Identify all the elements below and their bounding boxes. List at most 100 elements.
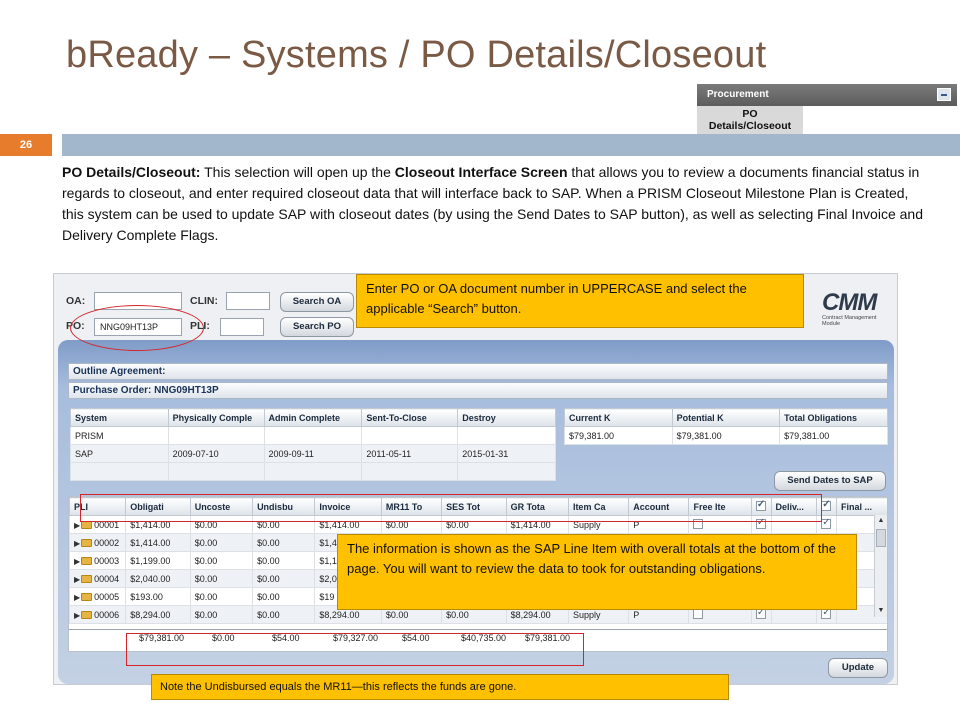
dates-table: System Physically Comple Admin Complete …	[70, 408, 556, 481]
cell: $1,414.00	[125, 533, 191, 552]
vertical-scrollbar[interactable]: ▲ ▼	[874, 515, 887, 617]
po-details-closeout-menu-item[interactable]: PO Details/Closeout	[697, 106, 803, 134]
col-header[interactable]: Potential K	[671, 408, 781, 427]
col-header[interactable]: Sent-To-Close	[361, 408, 459, 427]
cell: $0.00	[189, 533, 254, 552]
description-text: PO Details/Closeout: This selection will…	[62, 162, 932, 246]
cell: $193.00	[125, 587, 191, 606]
checkbox-icon[interactable]	[755, 607, 766, 619]
folder-icon	[81, 556, 93, 565]
col-header[interactable]: Total Obligations	[779, 408, 888, 427]
cell: $0.00	[189, 551, 254, 570]
po-input-highlight	[70, 305, 204, 351]
expand-arrow-icon[interactable]: ▶	[74, 593, 80, 602]
checkbox-icon[interactable]	[821, 499, 832, 511]
folder-icon	[81, 574, 93, 583]
cell: SAP	[70, 444, 169, 463]
menu-item-line1: PO	[742, 108, 758, 120]
search-oa-button[interactable]: Search OA	[280, 292, 354, 312]
cell: $0.00	[252, 605, 316, 624]
col-header[interactable]: System	[70, 408, 169, 427]
pli-cell[interactable]: ▶ 00006	[69, 605, 127, 624]
logo-text: CMM	[822, 289, 877, 316]
logo-subtitle: Contract Management Module	[822, 315, 877, 327]
cell: $0.00	[252, 587, 316, 606]
table-row[interactable]: $79,381.00 $79,381.00 $79,381.00	[564, 426, 888, 445]
table-row[interactable]: PRISM	[70, 426, 556, 445]
table-row[interactable]: SAP 2009-07-10 2009-09-11 2011-05-11 201…	[70, 444, 556, 463]
cell	[263, 426, 363, 445]
pli-number: 00003	[94, 555, 120, 566]
scroll-up-icon[interactable]: ▲	[875, 515, 887, 527]
menu-item-line2: Details/Closeout	[708, 120, 792, 132]
pli-cell[interactable]: ▶ 00005	[69, 587, 127, 606]
cell: 2015-01-31	[457, 444, 556, 463]
pli-number: 00002	[94, 537, 120, 548]
scroll-thumb[interactable]	[876, 529, 886, 547]
expand-arrow-icon[interactable]: ▶	[74, 557, 80, 566]
cell: PRISM	[70, 426, 169, 445]
col-header[interactable]: Current K	[564, 408, 673, 427]
cell: $79,381.00	[779, 426, 888, 445]
pli-cell[interactable]: ▶ 00004	[69, 569, 127, 588]
column-header-highlight	[80, 494, 822, 522]
pli-cell[interactable]: ▶ 00002	[69, 533, 127, 552]
cell: $0.00	[189, 587, 254, 606]
col-header[interactable]: Final ...	[836, 497, 887, 516]
expand-arrow-icon[interactable]: ▶	[74, 539, 80, 548]
checkbox-icon[interactable]	[693, 609, 704, 619]
cell: $1,199.00	[125, 551, 191, 570]
cell: 2009-09-11	[263, 444, 363, 463]
cell: $0.00	[252, 551, 316, 570]
cell	[361, 426, 459, 445]
accent-bar	[62, 134, 960, 156]
clin-label: CLIN:	[190, 295, 218, 307]
cell	[457, 426, 556, 445]
cell: $8,294.00	[125, 605, 191, 624]
col-header[interactable]: Admin Complete	[263, 408, 363, 427]
update-button[interactable]: Update	[828, 658, 888, 678]
checkbox-icon[interactable]	[821, 517, 832, 529]
clin-input[interactable]	[226, 292, 270, 310]
cell: $0.00	[189, 569, 254, 588]
expand-arrow-icon[interactable]: ▶	[74, 611, 80, 620]
col-header[interactable]: Physically Comple	[167, 408, 265, 427]
description-bold1: Closeout Interface Screen	[394, 164, 568, 180]
cell: $0.00	[252, 569, 316, 588]
cell	[167, 426, 265, 445]
pli-number: 00005	[94, 591, 120, 602]
note-callout: Note the Undisbursed equals the MR11—thi…	[151, 674, 729, 700]
scroll-down-icon[interactable]: ▼	[875, 605, 887, 617]
info-callout: The information is shown as the SAP Line…	[337, 534, 857, 610]
folder-icon	[81, 538, 93, 547]
expand-arrow-icon[interactable]: ▶	[74, 575, 80, 584]
pli-input[interactable]	[220, 318, 264, 336]
totals-table: Current K Potential K Total Obligations …	[564, 408, 888, 445]
search-po-button[interactable]: Search PO	[280, 317, 354, 337]
description-part1: This selection will open up the	[200, 164, 395, 180]
procurement-panel-header: Procurement	[697, 84, 957, 106]
folder-icon	[81, 610, 93, 619]
description-lead: PO Details/Closeout:	[62, 164, 201, 180]
outline-agreement-header: Outline Agreement:	[68, 363, 888, 380]
cell: 2011-05-11	[361, 444, 459, 463]
col-header[interactable]: Destroy	[457, 408, 556, 427]
folder-icon	[81, 592, 93, 601]
send-dates-to-sap-button[interactable]: Send Dates to SAP	[774, 471, 886, 491]
page-number: 26	[0, 134, 52, 156]
cell: $79,381.00	[671, 426, 781, 445]
cell: $2,040.00	[125, 569, 191, 588]
cell: $79,381.00	[564, 426, 673, 445]
purchase-order-header: Purchase Order: NNG09HT13P	[68, 382, 888, 399]
pli-cell[interactable]: ▶ 00003	[69, 551, 127, 570]
minimize-icon[interactable]	[937, 88, 951, 101]
cell: $0.00	[189, 605, 254, 624]
totals-highlight	[126, 633, 584, 666]
cell: $0.00	[252, 533, 316, 552]
cmm-logo: CMM Contract Management Module	[822, 289, 892, 329]
pli-number: 00004	[94, 573, 120, 584]
slide-title: bReady – Systems / PO Details/Closeout	[66, 34, 767, 76]
checkbox-icon[interactable]	[821, 607, 832, 619]
cell: 2009-07-10	[167, 444, 265, 463]
table-row	[70, 462, 556, 481]
